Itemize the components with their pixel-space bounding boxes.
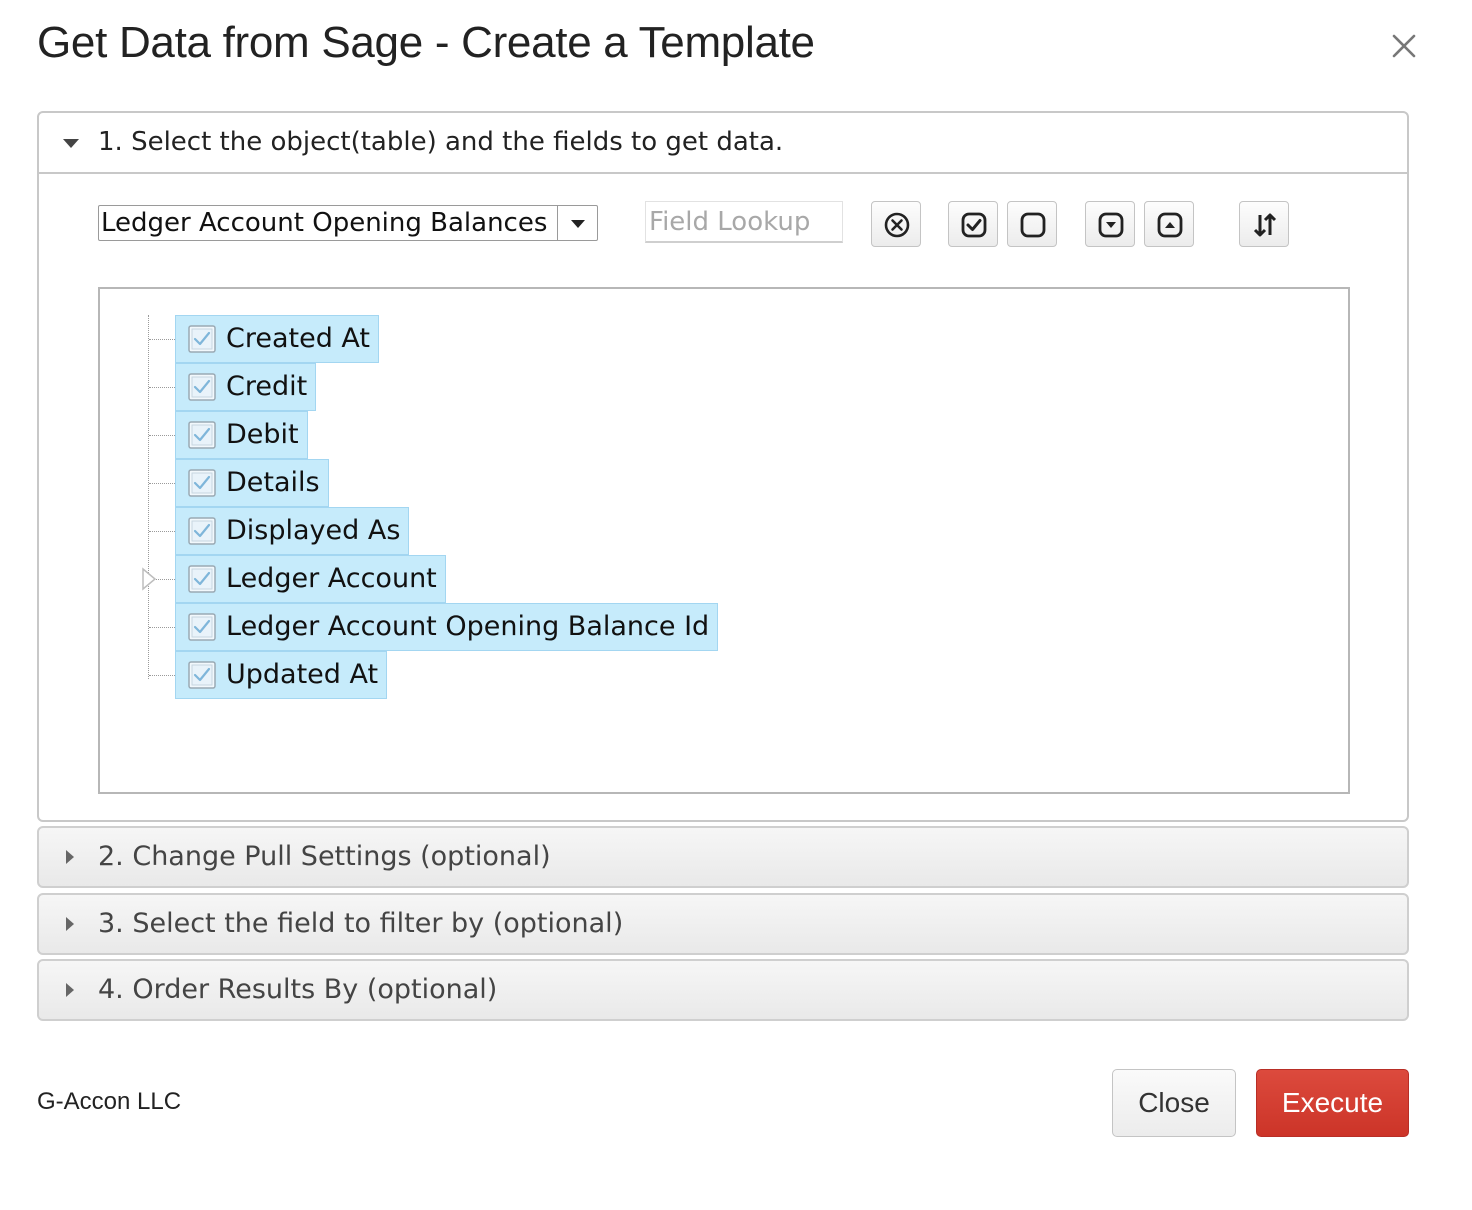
expand-triangle-icon: [66, 850, 74, 864]
step4-section[interactable]: 4. Order Results By (optional): [37, 959, 1409, 1021]
sort-button[interactable]: [1239, 201, 1289, 247]
checkbox-checked-icon[interactable]: [187, 468, 217, 498]
collapse-all-icon: [1098, 212, 1124, 238]
tree-connector: [148, 315, 149, 679]
tree-connector: [149, 435, 175, 436]
tree-connector: [149, 387, 175, 388]
field-node[interactable]: Displayed As: [175, 507, 410, 555]
create-template-dialog: Get Data from Sage - Create a Template 1…: [0, 0, 1472, 1210]
tree-connector: [149, 483, 175, 484]
checkbox-checked-icon[interactable]: [187, 660, 217, 690]
field-label: Displayed As: [226, 515, 401, 546]
field-tree: Created At Credit Debit Details Displayed As…: [98, 287, 1350, 794]
step1-header[interactable]: 1. Select the object(table) and the fiel…: [39, 113, 1407, 174]
tree-connector: [149, 531, 175, 532]
field-label: Updated At: [226, 659, 379, 690]
execute-button[interactable]: Execute: [1256, 1069, 1409, 1137]
select-all-icon: [961, 212, 987, 238]
tree-connector: [149, 339, 175, 340]
expand-triangle-icon: [66, 983, 74, 997]
field-label: Created At: [226, 323, 371, 354]
field-label: Debit: [226, 419, 299, 450]
object-select-dropdown-button[interactable]: [557, 206, 597, 240]
company-name: G-Accon LLC: [37, 1088, 182, 1115]
step2-section[interactable]: 2. Change Pull Settings (optional): [37, 826, 1409, 888]
field-node[interactable]: Credit: [175, 363, 317, 411]
field-label: Details: [226, 467, 320, 498]
step1-panel: 1. Select the object(table) and the fiel…: [37, 111, 1409, 822]
field-lookup-input[interactable]: [645, 201, 843, 243]
checkbox-checked-icon[interactable]: [187, 516, 217, 546]
step3-title: 3. Select the field to filter by (option…: [98, 908, 624, 939]
field-label: Credit: [226, 371, 308, 402]
field-node[interactable]: Created At: [175, 315, 380, 363]
field-node[interactable]: Debit: [175, 411, 308, 459]
deselect-all-button[interactable]: [1007, 201, 1057, 247]
step2-title: 2. Change Pull Settings (optional): [98, 841, 551, 872]
expand-node-icon[interactable]: [141, 567, 157, 591]
select-all-button[interactable]: [948, 201, 998, 247]
collapse-all-button[interactable]: [1085, 201, 1135, 247]
field-label: Ledger Account: [226, 563, 437, 594]
close-icon[interactable]: [1386, 28, 1422, 64]
checkbox-checked-icon[interactable]: [187, 372, 217, 402]
object-select[interactable]: Ledger Account Opening Balances: [98, 205, 598, 241]
sort-icon: [1253, 213, 1277, 237]
field-label: Ledger Account Opening Balance Id: [226, 611, 710, 642]
step3-section[interactable]: 3. Select the field to filter by (option…: [37, 893, 1409, 955]
field-node[interactable]: Details: [175, 459, 329, 507]
expand-triangle-icon: [66, 917, 74, 931]
close-button[interactable]: Close: [1112, 1069, 1236, 1137]
tree-connector: [149, 627, 175, 628]
dialog-title: Get Data from Sage - Create a Template: [37, 18, 815, 67]
step4-title: 4. Order Results By (optional): [98, 974, 498, 1005]
field-node[interactable]: Ledger Account Opening Balance Id: [175, 603, 719, 651]
expand-all-button[interactable]: [1144, 201, 1194, 247]
field-node[interactable]: Updated At: [175, 651, 388, 699]
clear-lookup-button[interactable]: [871, 201, 921, 247]
chevron-down-icon: [571, 220, 585, 228]
field-node[interactable]: Ledger Account: [175, 555, 446, 603]
collapse-triangle-icon: [63, 139, 79, 148]
expand-all-icon: [1157, 212, 1183, 238]
step1-title: 1. Select the object(table) and the fiel…: [98, 127, 784, 157]
checkbox-checked-icon[interactable]: [187, 612, 217, 642]
deselect-all-icon: [1020, 212, 1046, 238]
tree-connector: [149, 675, 175, 676]
clear-filter-icon: [884, 212, 910, 238]
checkbox-checked-icon[interactable]: [187, 324, 217, 354]
checkbox-checked-icon[interactable]: [187, 420, 217, 450]
checkbox-checked-icon[interactable]: [187, 564, 217, 594]
object-select-value: Ledger Account Opening Balances: [101, 208, 548, 238]
